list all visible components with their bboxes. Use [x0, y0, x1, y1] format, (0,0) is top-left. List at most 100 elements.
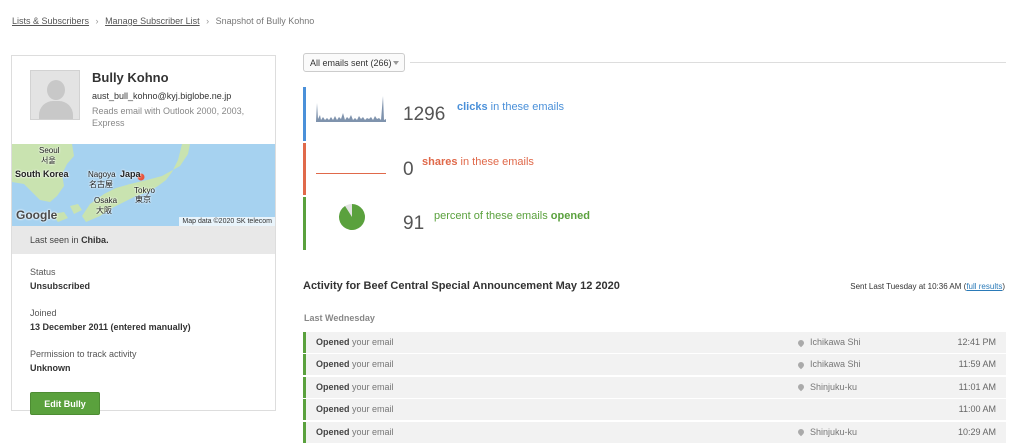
email-client-info: Reads email with Outlook 2000, 2003, Exp… — [92, 106, 245, 128]
activity-time: 10:29 AM — [957, 426, 996, 437]
location-pin-icon — [796, 338, 806, 347]
list-item: Opened your email Ichikawa Shi 12:41 PM — [303, 332, 1006, 353]
event-detail: your email — [349, 381, 394, 392]
opened-label: percent of these emails opened — [434, 210, 590, 222]
activity-list: Opened your email Ichikawa Shi 12:41 PM … — [303, 332, 1006, 443]
map-label-south-korea: South Korea — [15, 169, 69, 179]
location-map[interactable]: Seoul 서울 South Korea Nagoya 名古屋 Japa Tok… — [12, 144, 275, 226]
event-detail: your email — [349, 359, 394, 370]
clicks-sparkline — [316, 96, 386, 122]
breadcrumb-current: Snapshot of Bully Kohno — [215, 16, 315, 26]
location-pin-icon — [796, 360, 806, 370]
event-type: Opened — [316, 426, 350, 437]
joined-value: 13 December 2011 (entered manually) — [30, 322, 191, 332]
breadcrumb-separator-icon: › — [206, 16, 210, 26]
emails-filter-selected: All emails sent (266) — [310, 58, 392, 68]
shares-sparkline — [316, 173, 386, 174]
google-logo: Google — [16, 208, 58, 222]
activity-location: Shinjuku-ku — [796, 381, 858, 392]
avatar-head-shape — [47, 80, 65, 100]
shares-accent-bar — [303, 143, 306, 195]
event-detail: your email — [349, 404, 394, 415]
opened-label-prefix: percent of these emails — [434, 210, 551, 222]
clicks-count: 1296 — [403, 104, 446, 125]
status-value: Unsubscribed — [30, 281, 91, 291]
activity-event: Opened your email — [316, 404, 394, 414]
clicks-accent-bar — [303, 87, 306, 141]
sent-info: Sent Last Tuesday at 10:36 AM (full resu… — [850, 282, 1005, 291]
breadcrumb-separator-icon: › — [95, 16, 99, 26]
shares-label-strong: shares — [422, 156, 458, 168]
opened-label-strong: opened — [550, 210, 590, 222]
location-name: Ichikawa Shi — [810, 359, 861, 370]
shares-count: 0 — [403, 159, 414, 180]
activity-time: 11:00 AM — [958, 404, 996, 415]
clicks-label: clicks in these emails — [457, 101, 564, 113]
opened-accent-bar — [303, 197, 306, 250]
map-label-japan: Japa — [120, 169, 141, 179]
emails-filter-dropdown[interactable]: All emails sent (266) — [303, 53, 405, 72]
subscriber-name: Bully Kohno — [92, 70, 169, 85]
shares-label-suffix: in these emails — [457, 156, 534, 168]
map-attribution: Map data ©2020 SK telecom — [179, 217, 275, 226]
status-label: Status — [30, 267, 56, 277]
avatar-body-shape — [39, 101, 73, 119]
activity-time: 11:01 AM — [958, 381, 996, 392]
activity-event: Opened your email — [316, 337, 394, 347]
map-label-seoul-native: 서울 — [41, 156, 56, 165]
subscriber-email: aust_bull_kohno@kyj.biglobe.ne.jp — [92, 91, 232, 101]
map-label-nagoya: Nagoya — [88, 170, 116, 179]
activity-time: 12:41 PM — [957, 337, 996, 347]
event-type: Opened — [316, 337, 350, 347]
location-name: Shinjuku-ku — [810, 381, 858, 392]
location-pin-icon — [796, 427, 806, 437]
clicks-label-suffix: in these emails — [487, 101, 565, 113]
activity-location: Ichikawa Shi — [796, 337, 861, 347]
avatar — [30, 70, 80, 120]
opened-pie-chart — [338, 204, 365, 230]
map-label-seoul: Seoul — [39, 146, 60, 155]
event-detail: your email — [349, 337, 394, 347]
breadcrumb-manage-list-link[interactable]: Manage Subscriber List — [105, 16, 200, 26]
activity-location: Shinjuku-ku — [796, 426, 858, 437]
last-seen-prefix: Last seen in — [30, 235, 79, 245]
activity-event: Opened your email — [316, 427, 394, 437]
permission-label: Permission to track activity — [30, 349, 137, 359]
map-label-tokyo-native: 東京 — [135, 195, 151, 204]
map-label-nagoya-native: 名古屋 — [89, 180, 113, 189]
activity-event: Opened your email — [316, 359, 394, 369]
permission-value: Unknown — [30, 363, 71, 373]
event-type: Opened — [316, 404, 350, 415]
subscriber-profile-card: Bully Kohno aust_bull_kohno@kyj.biglobe.… — [11, 55, 276, 415]
day-group-label: Last Wednesday — [304, 313, 375, 323]
list-item: Opened your email Shinjuku-ku 10:29 AM — [303, 421, 1006, 443]
opened-percent: 91 — [403, 213, 425, 234]
clicks-label-strong: clicks — [457, 101, 488, 113]
breadcrumb: Lists & Subscribers › Manage Subscriber … — [12, 16, 314, 26]
event-type: Opened — [316, 359, 350, 370]
event-type: Opened — [316, 381, 350, 392]
last-seen-place: Chiba. — [81, 235, 109, 245]
list-item: Opened your email Shinjuku-ku 11:01 AM — [303, 376, 1006, 398]
divider — [410, 62, 1006, 63]
activity-event: Opened your email — [316, 382, 394, 392]
list-item: Opened your email Ichikawa Shi 11:59 AM — [303, 354, 1006, 376]
last-seen-bar: Last seen in Chiba. — [12, 226, 275, 254]
activity-location: Ichikawa Shi — [796, 359, 861, 370]
chevron-down-icon — [393, 61, 399, 65]
activity-title: Activity for Beef Central Special Announ… — [303, 280, 620, 292]
edit-subscriber-button[interactable]: Edit Bully — [30, 392, 100, 415]
event-detail: your email — [349, 426, 394, 437]
activity-time: 11:59 AM — [958, 359, 996, 370]
location-pin-icon — [796, 383, 806, 392]
map-label-osaka-native: 大阪 — [96, 206, 112, 215]
full-results-link[interactable]: full results — [966, 282, 1002, 291]
breadcrumb-lists-link[interactable]: Lists & Subscribers — [12, 16, 89, 26]
list-item: Opened your email 11:00 AM — [303, 399, 1006, 421]
location-name: Ichikawa Shi — [810, 337, 861, 347]
joined-label: Joined — [30, 308, 57, 318]
sent-info-suffix: ) — [1002, 282, 1005, 291]
location-name: Shinjuku-ku — [810, 426, 858, 437]
map-label-osaka: Osaka — [94, 196, 118, 205]
shares-label: shares in these emails — [422, 156, 534, 168]
